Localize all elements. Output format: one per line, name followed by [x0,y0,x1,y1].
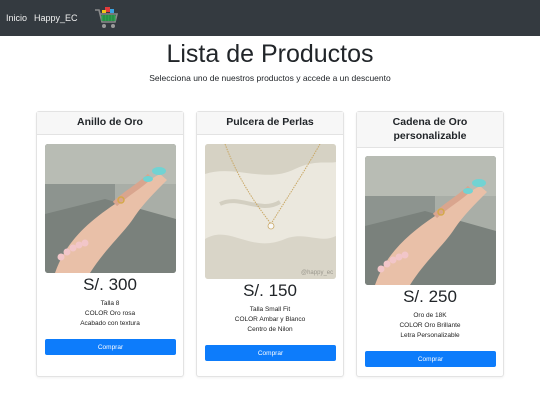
shopping-cart-icon[interactable] [94,6,120,30]
detail-line: Centro de Nilon [247,326,293,333]
hand-with-ring-photo [45,144,176,273]
navbar: Inicio Happy_EC [0,0,540,36]
product-price: S/. 300 [83,275,137,294]
product-card-cadena: Cadena de Oro personalizable S/. 250 Oro… [356,111,504,377]
nav-link-happy-ec[interactable]: Happy_EC [34,13,78,23]
product-card-anillo: Anillo de Oro S/. 300 Talla 8 COLOR Oro … [36,111,184,377]
card-title: Anillo de Oro [37,112,183,135]
nav-link-inicio[interactable]: Inicio [6,13,27,23]
product-details: Talla 8 COLOR Oro rosa Acabado con textu… [45,299,175,329]
detail-line: Acabado con textura [80,320,140,327]
watermark-text: @happy_ec [301,270,333,276]
detail-line: COLOR Ambar y Blanco [234,316,306,323]
detail-line: Oro de 18K [413,312,447,319]
page-title: Lista de Productos [166,40,374,68]
detail-line: Talla 8 [100,300,120,307]
product-price: S/. 150 [243,281,297,300]
card-title: Cadena de Oro personalizable [357,112,503,148]
hand-with-ring-photo [365,156,496,285]
product-details: Oro de 18K COLOR Oro Brillante Letra Per… [365,311,495,341]
necklace-on-fabric-photo: @happy_ec [205,144,336,279]
product-price: S/. 250 [403,287,457,306]
buy-button[interactable]: Comprar [365,351,496,367]
detail-line: Letra Personalizable [400,332,460,339]
page-subtitle: Selecciona uno de nuestros productos y a… [149,73,391,83]
detail-line: COLOR Oro Brillante [399,322,461,329]
buy-button[interactable]: Comprar [45,339,176,355]
buy-button[interactable]: Comprar [205,345,336,361]
detail-line: Talla Small Fit [249,306,291,313]
product-card-pulcera: Pulcera de Perlas @happy_ec S/. 150 Tall… [196,111,344,377]
product-details: Talla Small Fit COLOR Ambar y Blanco Cen… [205,305,335,335]
card-title: Pulcera de Perlas [197,112,343,135]
detail-line: COLOR Oro rosa [84,310,136,317]
